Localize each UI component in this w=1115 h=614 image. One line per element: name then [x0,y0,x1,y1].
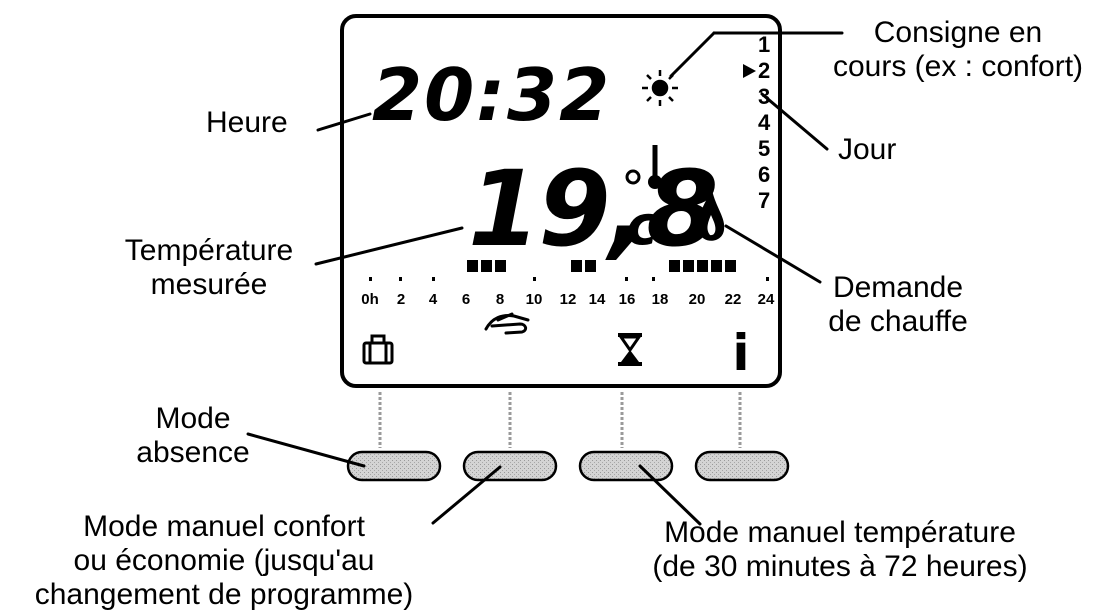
label-manuel-temp-line2: (de 30 minutes à 72 heures) [652,550,1028,583]
label-manuel-confort-line3: changement de programme) [34,578,414,611]
label-demande-line2: de chauffe [828,305,968,338]
day-number: 5 [758,136,770,161]
label-absence-line1: Mode [155,402,231,435]
hour-tick-label: 10 [526,291,543,308]
label-manuel-confort: Mode manuel confort ou économie (jusqu'a… [0,510,448,612]
label-temperature: Température mesurée [104,234,314,302]
hour-tick-label: 2 [397,291,405,308]
label-manuel-confort-line2: ou économie (jusqu'au [73,544,375,577]
hour-tick-label: 0h [361,291,379,308]
day-number: 6 [758,162,770,187]
info-button[interactable] [694,450,790,482]
leader-absence [246,432,366,468]
label-consigne-line1: Consigne en [873,16,1043,49]
button-connectors [378,392,742,448]
label-temperature-line2: mesurée [150,268,268,301]
label-absence: Mode absence [128,402,258,470]
label-temperature-line1: Température [124,234,294,267]
time-display: 20:32 [372,53,611,137]
label-demande: Demande de chauffe [806,271,990,339]
label-demande-line1: Demande [832,271,964,304]
day-number: 2 [758,58,770,83]
hour-tick-label: 6 [462,291,470,308]
manual-comfort-button[interactable] [462,450,558,482]
hour-tick-label: 18 [652,291,669,308]
day-number: 1 [758,32,770,57]
hour-tick-label: 8 [496,291,504,308]
label-heure: Heure [206,106,288,139]
temperature-display: 19,8 [468,148,717,270]
temperature-unit: c [626,194,658,257]
label-manuel-temp-line1: Mode manuel température [664,516,1016,549]
hour-tick-label: 22 [725,291,742,308]
hour-tick-label: 12 [560,291,577,308]
label-jour: Jour [838,133,897,166]
label-manuel-confort-line1: Mode manuel confort [83,510,365,543]
day-column: 1 2 3 4 5 6 7 [758,32,771,213]
label-absence-line2: absence [136,436,250,469]
hour-tick-label: 16 [619,291,636,308]
info-symbol: i [732,324,749,382]
label-consigne: Consigne en cours (ex : confort) [798,16,1115,84]
info-icon: i [732,324,749,382]
manual-temperature-button[interactable] [578,450,674,482]
hour-tick-label: 14 [589,291,606,308]
hour-tick-label: 20 [689,291,706,308]
day-number: 4 [758,110,771,135]
hour-tick-label: 4 [429,291,438,308]
label-manuel-temp: Mode manuel température (de 30 minutes à… [580,516,1100,584]
hour-tick-label: 24 [758,291,775,308]
label-consigne-line2: cours (ex : confort) [832,50,1084,83]
day-number: 7 [758,188,770,213]
